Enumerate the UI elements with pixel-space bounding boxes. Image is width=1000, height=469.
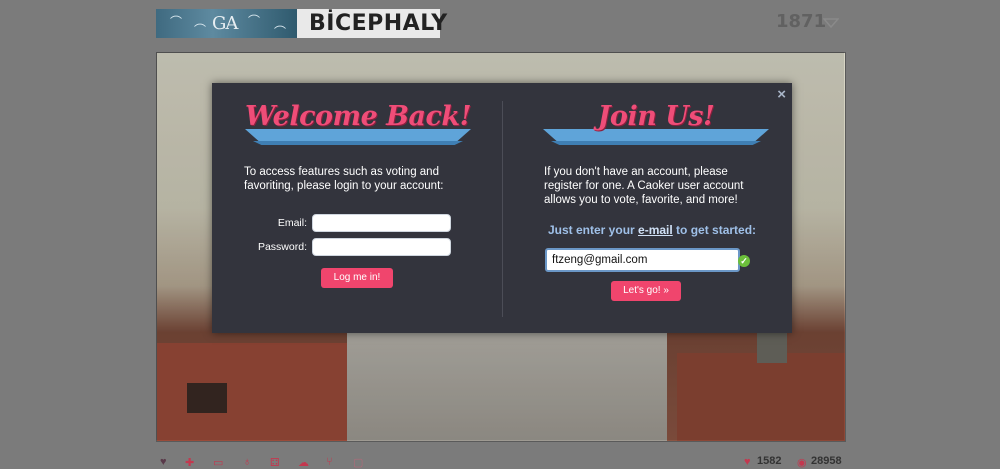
join-banner: Join Us! bbox=[543, 101, 769, 153]
views-count: 28958 bbox=[811, 455, 842, 467]
vote-score: 1871 bbox=[776, 11, 827, 32]
password-field[interactable] bbox=[312, 238, 451, 256]
branch-icon[interactable]: ⑂ bbox=[326, 456, 333, 468]
bird-icon: ⌒ bbox=[170, 15, 183, 29]
footer-bar bbox=[0, 448, 1000, 469]
plus-icon[interactable]: ✚ bbox=[185, 456, 194, 469]
welcome-heading: Welcome Back! bbox=[245, 101, 471, 132]
check-icon: ✓ bbox=[738, 255, 750, 267]
video-thumbnail[interactable]: ⌒ ⌒ ⌒ ⌒ GA bbox=[156, 9, 297, 38]
signup-intro: If you don't have an account, please reg… bbox=[544, 166, 744, 206]
signup-cta: Just enter your e-mail to get started: bbox=[548, 223, 756, 237]
bird-icon: ⌒ bbox=[274, 25, 287, 38]
email-label: Email: bbox=[277, 217, 307, 229]
join-heading: Join Us! bbox=[597, 101, 715, 132]
password-label: Password: bbox=[257, 241, 307, 253]
cta-prefix: Just enter your bbox=[548, 223, 639, 237]
dice-icon[interactable]: ⚃ bbox=[270, 456, 280, 469]
screen-icon[interactable]: ▭ bbox=[213, 456, 223, 469]
modal-divider bbox=[502, 101, 503, 317]
login-intro: To access features such as voting and fa… bbox=[244, 166, 444, 192]
email-link[interactable]: e-mail bbox=[638, 223, 673, 237]
cloud-icon[interactable]: ☁ bbox=[298, 456, 309, 469]
bird-icon: ⌒ bbox=[248, 14, 261, 28]
page-title-box: BİCEPHALY bbox=[297, 9, 447, 38]
welcome-banner: Welcome Back! bbox=[245, 101, 471, 153]
ribbon-shadow bbox=[253, 141, 463, 145]
downvote-arrow-icon[interactable] bbox=[823, 15, 839, 31]
likes-count: 1582 bbox=[757, 455, 782, 467]
auth-modal: × Welcome Back! To access features such … bbox=[212, 83, 792, 333]
page-title: BİCEPHALY bbox=[309, 11, 448, 36]
login-button[interactable]: Log me in! bbox=[321, 268, 393, 288]
chat-icon[interactable]: ▢ bbox=[353, 456, 363, 469]
ribbon-shadow bbox=[551, 141, 761, 145]
lets-go-button[interactable]: Let's go! » bbox=[611, 281, 681, 301]
likes-heart-icon: ♥ bbox=[744, 456, 751, 468]
signup-email-input[interactable]: ftzeng@gmail.com bbox=[545, 248, 740, 272]
bulb-icon[interactable]: ♁ bbox=[243, 456, 251, 468]
heart-icon[interactable]: ♥ bbox=[160, 456, 167, 468]
views-eye-icon: ◉ bbox=[797, 457, 807, 469]
cta-suffix: to get started: bbox=[672, 223, 757, 237]
close-icon[interactable]: × bbox=[777, 86, 786, 103]
thumbnail-logo: GA bbox=[212, 13, 238, 34]
email-field[interactable] bbox=[312, 214, 451, 232]
bird-icon: ⌒ bbox=[194, 23, 207, 37]
header-bar: ⌒ ⌒ ⌒ ⌒ GA BİCEPHALY 1871 bbox=[0, 0, 1000, 48]
